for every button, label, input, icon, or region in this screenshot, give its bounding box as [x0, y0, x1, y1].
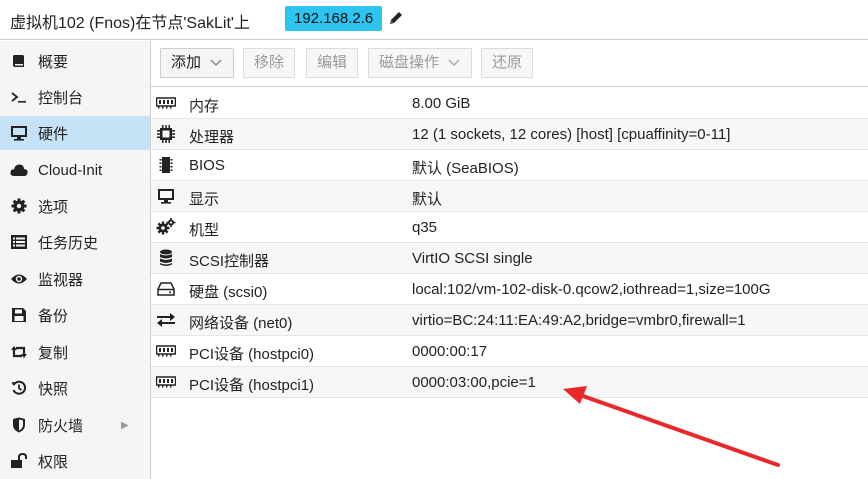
sidebar-item-hardware[interactable]: 硬件: [0, 116, 150, 150]
revert-button-label: 还原: [492, 54, 523, 71]
row-value: 12 (1 sockets, 12 cores) [host] [cpuaffi…: [412, 126, 731, 143]
floppy-icon: [10, 306, 28, 324]
row-name: BIOS: [189, 157, 225, 174]
sidebar-item-cloud-init[interactable]: Cloud-Init: [0, 153, 150, 187]
sidebar-item-label: 硬件: [38, 125, 69, 143]
row-value: q35: [412, 219, 438, 236]
desktop-icon: [156, 187, 176, 205]
row-value: 默认 (SeaBIOS): [412, 160, 519, 177]
row-name: 处理器: [189, 129, 235, 146]
sidebar-item-label: 控制台: [38, 89, 84, 107]
monitor-icon: [10, 124, 28, 142]
sidebar-item-backup[interactable]: 备份: [0, 298, 150, 332]
ip-address-badge: 192.168.2.6: [285, 6, 383, 31]
cogs-icon: [156, 218, 176, 236]
sidebar-item-firewall[interactable]: 防火墙 ▶: [0, 408, 150, 442]
sidebar-item-label: 任务历史: [38, 234, 99, 252]
table-row[interactable]: PCI设备 (hostpci0) 0000:00:17: [151, 336, 868, 367]
row-name: 网络设备 (net0): [189, 315, 293, 332]
unlock-icon: [10, 452, 28, 470]
revert-button[interactable]: 还原: [481, 48, 534, 78]
sidebar-item-label: Cloud-Init: [38, 161, 103, 179]
microchip-icon: [156, 156, 176, 174]
sidebar-item-task-history[interactable]: 任务历史: [0, 225, 150, 259]
chevron-down-icon: [448, 59, 460, 67]
cloud-icon: [10, 161, 28, 179]
row-name: 硬盘 (scsi0): [189, 284, 268, 301]
table-row[interactable]: 内存 8.00 GiB: [151, 88, 868, 119]
row-value: 0000:00:17: [412, 343, 488, 360]
row-value: VirtIO SCSI single: [412, 250, 533, 267]
row-name: SCSI控制器: [189, 253, 270, 270]
memory-icon: [156, 94, 176, 112]
page-title: 虚拟机102 (Fnos)在节点'SakLit'上: [10, 15, 250, 32]
exchange-icon: [156, 311, 176, 329]
chevron-down-icon: [210, 59, 222, 67]
disk-action-button-label: 磁盘操作: [379, 54, 440, 71]
add-button[interactable]: 添加: [160, 48, 235, 78]
sidebar-item-replication[interactable]: 复制: [0, 335, 150, 369]
sidebar-item-label: 复制: [38, 344, 69, 362]
sidebar-item-permissions[interactable]: 权限: [0, 444, 150, 478]
sidebar-item-label: 快照: [38, 380, 69, 398]
row-name: PCI设备 (hostpci1): [189, 377, 315, 394]
disk-action-button[interactable]: 磁盘操作: [368, 48, 473, 78]
cpu-icon: [156, 125, 176, 143]
edit-button-label: 编辑: [317, 54, 348, 71]
sidebar-item-monitor[interactable]: 监视器: [0, 262, 150, 296]
table-row[interactable]: SCSI控制器 VirtIO SCSI single: [151, 243, 868, 274]
table-row[interactable]: BIOS 默认 (SeaBIOS): [151, 150, 868, 181]
row-value: local:102/vm-102-disk-0.qcow2,iothread=1…: [412, 281, 771, 298]
pci-card-icon: [156, 342, 176, 360]
table-row[interactable]: 处理器 12 (1 sockets, 12 cores) [host] [cpu…: [151, 119, 868, 150]
sidebar-item-summary[interactable]: 概要: [0, 44, 150, 78]
history-icon: [10, 379, 28, 397]
table-row[interactable]: 显示 默认: [151, 181, 868, 212]
list-icon: [10, 233, 28, 251]
row-value: 默认: [412, 191, 443, 208]
table-row[interactable]: 机型 q35: [151, 212, 868, 243]
hardware-toolbar: 添加 移除 编辑 磁盘操作 还原: [151, 41, 868, 87]
sidebar-item-label: 防火墙: [38, 417, 84, 435]
pci-card-icon: [156, 373, 176, 391]
row-name: PCI设备 (hostpci0): [189, 346, 315, 363]
sidebar-item-console[interactable]: 控制台: [0, 80, 150, 114]
submenu-caret-icon: ▶: [121, 419, 129, 431]
row-value: virtio=BC:24:11:EA:49:A2,bridge=vmbr0,fi…: [412, 312, 746, 329]
row-value: 8.00 GiB: [412, 95, 471, 112]
gear-icon: [10, 197, 28, 215]
table-row[interactable]: 网络设备 (net0) virtio=BC:24:11:EA:49:A2,bri…: [151, 305, 868, 336]
sidebar-item-label: 选项: [38, 198, 69, 216]
terminal-icon: [10, 88, 28, 106]
remove-button-label: 移除: [254, 54, 285, 71]
eye-icon: [10, 270, 28, 288]
book-icon: [10, 52, 28, 70]
table-row[interactable]: 硬盘 (scsi0) local:102/vm-102-disk-0.qcow2…: [151, 274, 868, 305]
shield-icon: [10, 416, 28, 434]
row-name: 机型: [189, 222, 220, 239]
add-button-label: 添加: [171, 54, 202, 71]
remove-button[interactable]: 移除: [243, 48, 296, 78]
retweet-icon: [10, 343, 28, 361]
database-icon: [156, 249, 176, 267]
sidebar-item-label: 权限: [38, 453, 69, 471]
row-value: 0000:03:00,pcie=1: [412, 374, 536, 391]
sidebar-item-options[interactable]: 选项: [0, 189, 150, 223]
hdd-icon: [156, 280, 176, 298]
title-bar: 虚拟机102 (Fnos)在节点'SakLit'上 192.168.2.6: [0, 0, 868, 40]
annotation-arrow: [563, 386, 780, 467]
sidebar: 概要 控制台 硬件 Cloud-Init 选项 任务历史 监视器 备份 复制 快…: [0, 41, 151, 479]
row-name: 内存: [189, 98, 220, 115]
sidebar-item-label: 备份: [38, 307, 69, 325]
edit-button[interactable]: 编辑: [306, 48, 359, 78]
sidebar-item-snapshots[interactable]: 快照: [0, 371, 150, 405]
sidebar-item-label: 监视器: [38, 271, 84, 289]
row-name: 显示: [189, 191, 220, 208]
pencil-icon[interactable]: [388, 10, 404, 26]
sidebar-item-label: 概要: [38, 53, 69, 71]
